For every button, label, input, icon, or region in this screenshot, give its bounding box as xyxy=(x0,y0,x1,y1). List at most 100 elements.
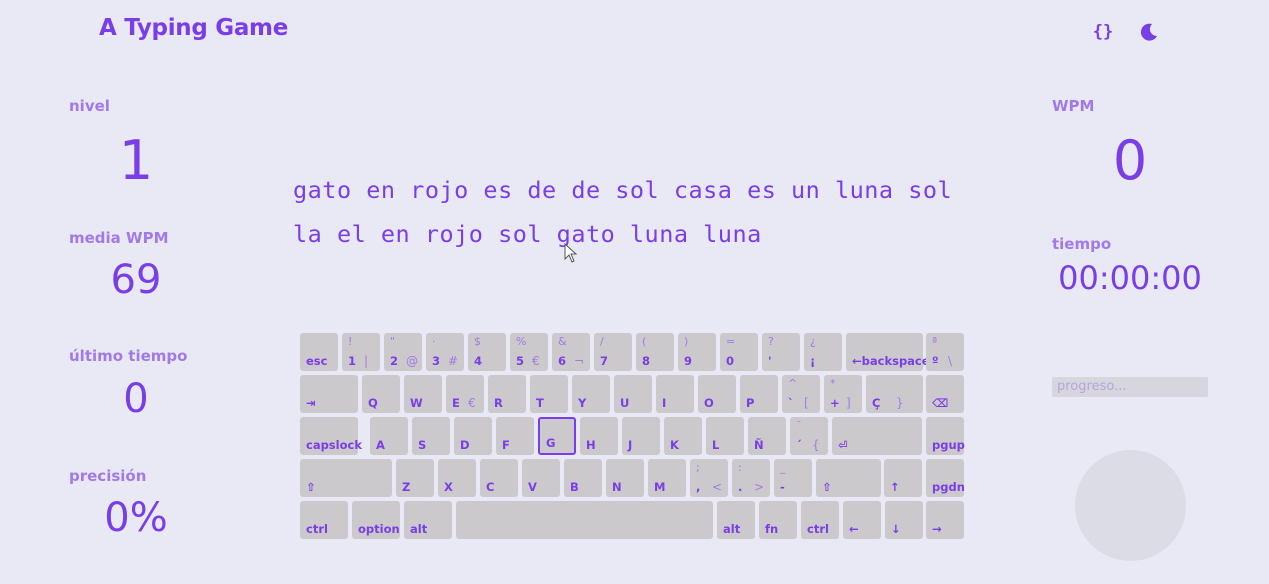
key-alt-label: { xyxy=(812,438,820,452)
key-c[interactable]: C xyxy=(480,459,518,497)
key-label: 1 xyxy=(348,354,357,368)
app-logo-title[interactable]: A Typing Game xyxy=(99,15,288,41)
typing-text[interactable]: gato en rojo es de de sol casa es un lun… xyxy=(293,168,993,256)
key-7[interactable]: /7 xyxy=(594,333,632,371)
key-o[interactable]: O xyxy=(698,375,736,413)
key-r0k14[interactable]: ª º \ xyxy=(926,333,964,371)
key-r1k13[interactable]: Ç} xyxy=(866,375,923,413)
key-r0k12[interactable]: ¿ ¡ xyxy=(804,333,842,371)
key-s[interactable]: S xyxy=(412,417,450,455)
key-p[interactable]: P xyxy=(740,375,778,413)
key-r1k0[interactable]: ⇥ xyxy=(300,375,358,413)
moon-icon[interactable] xyxy=(1137,20,1161,44)
key-label: 5 xyxy=(516,354,525,368)
key-esc[interactable]: esc xyxy=(300,333,338,371)
key-v[interactable]: V xyxy=(522,459,560,497)
key-fn[interactable]: fn xyxy=(759,501,797,539)
key-option[interactable]: option xyxy=(352,501,400,539)
key-r3k12[interactable]: ↑ xyxy=(884,459,922,497)
key-r2k11[interactable]: ¨ ´ { xyxy=(790,417,828,455)
key-label: R xyxy=(494,396,503,410)
key-b[interactable]: B xyxy=(564,459,602,497)
key-1[interactable]: ! 1 | xyxy=(342,333,380,371)
key-shift-label: ( xyxy=(642,335,647,348)
key-alt-label: < xyxy=(712,480,723,494)
key-alt-label: \ xyxy=(948,354,953,368)
key-r1k11[interactable]: ^ ` [ xyxy=(782,375,820,413)
key-space[interactable] xyxy=(456,501,713,539)
key-r3k9[interactable]: :. > xyxy=(732,459,770,497)
key-8[interactable]: (8 xyxy=(636,333,674,371)
key-r0k11[interactable]: ? ' xyxy=(762,333,800,371)
key-r2k10[interactable]: Ñ xyxy=(748,417,786,455)
key-label: W xyxy=(410,396,423,410)
key-n[interactable]: N xyxy=(606,459,644,497)
key-label: V xyxy=(528,480,537,494)
key-r4k8[interactable]: ↓ xyxy=(885,501,923,539)
key-alt-label: > xyxy=(754,480,765,494)
key-label: pgdn xyxy=(932,480,965,494)
key-9[interactable]: ) 9 xyxy=(678,333,716,371)
key-l[interactable]: L xyxy=(706,417,744,455)
key-t[interactable]: T xyxy=(530,375,568,413)
key-r1k12[interactable]: * +] xyxy=(824,375,862,413)
key-pgdn[interactable]: pgdn xyxy=(926,459,965,497)
code-braces-icon[interactable]: {} xyxy=(1090,20,1116,44)
key-3[interactable]: · 3 # xyxy=(426,333,464,371)
key-k[interactable]: K xyxy=(664,417,702,455)
key-r3k8[interactable]: ;, < xyxy=(690,459,728,497)
key-m[interactable]: M xyxy=(648,459,686,497)
key-label: H xyxy=(586,438,596,452)
key-label: Q xyxy=(368,396,378,410)
key-shift-label: ) xyxy=(684,335,689,348)
key-i[interactable]: I xyxy=(656,375,694,413)
key-label: ' xyxy=(768,354,772,368)
key-ctrl[interactable]: ctrl xyxy=(801,501,839,539)
key-f[interactable]: F xyxy=(496,417,534,455)
key-e[interactable]: E € xyxy=(446,375,484,413)
key-capslock[interactable]: capslock xyxy=(300,417,362,455)
key-h[interactable]: H xyxy=(580,417,618,455)
key-z[interactable]: Z xyxy=(396,459,434,497)
key-alt[interactable]: alt xyxy=(404,501,452,539)
key-r2k12[interactable]: ⏎ xyxy=(832,417,922,455)
key-label: ↑ xyxy=(890,480,900,494)
key-label: S xyxy=(418,438,427,452)
key-label: ⇥ xyxy=(306,396,316,410)
key-pgup[interactable]: pgup xyxy=(926,417,965,455)
key-r3k11[interactable]: ⇧ xyxy=(816,459,881,497)
key-6[interactable]: & 6 ¬ xyxy=(552,333,590,371)
key-u[interactable]: U xyxy=(614,375,652,413)
key-2[interactable]: " 2 @ xyxy=(384,333,422,371)
key-label: pgup xyxy=(932,438,965,452)
key-label: ⇧ xyxy=(306,480,316,494)
key-j[interactable]: J xyxy=(622,417,660,455)
key-5[interactable]: % 5 € xyxy=(510,333,548,371)
key-a[interactable]: A xyxy=(370,417,408,455)
key-r1k14[interactable]: ⌫ xyxy=(926,375,964,413)
progress-field[interactable]: progreso... xyxy=(1052,377,1208,397)
key-4[interactable]: $4 xyxy=(468,333,506,371)
key-r[interactable]: R xyxy=(488,375,526,413)
key-label: O xyxy=(704,396,714,410)
key-ctrl[interactable]: ctrl xyxy=(300,501,348,539)
key-alt[interactable]: alt xyxy=(717,501,755,539)
key-y[interactable]: Y xyxy=(572,375,610,413)
key-g[interactable]: G xyxy=(538,417,576,455)
key-shift-label: * xyxy=(830,377,836,390)
key-q[interactable]: Q xyxy=(362,375,400,413)
key-shift-label: · xyxy=(432,335,436,348)
key-backspace[interactable]: ←backspace xyxy=(846,333,930,371)
key-r4k7[interactable]: ← xyxy=(843,501,881,539)
key-w[interactable]: W xyxy=(404,375,442,413)
key-0[interactable]: = 0 xyxy=(720,333,758,371)
key-x[interactable]: X xyxy=(438,459,476,497)
key-shift-label: / xyxy=(600,335,604,348)
key-label: alt xyxy=(410,522,428,536)
key-r3k0[interactable]: ⇧ xyxy=(300,459,392,497)
key-r3k10[interactable]: _ - xyxy=(774,459,812,497)
key-shift-label: ? xyxy=(768,335,774,348)
key-d[interactable]: D xyxy=(454,417,492,455)
key-r4k9[interactable]: → xyxy=(926,501,964,539)
key-label: E xyxy=(452,396,460,410)
